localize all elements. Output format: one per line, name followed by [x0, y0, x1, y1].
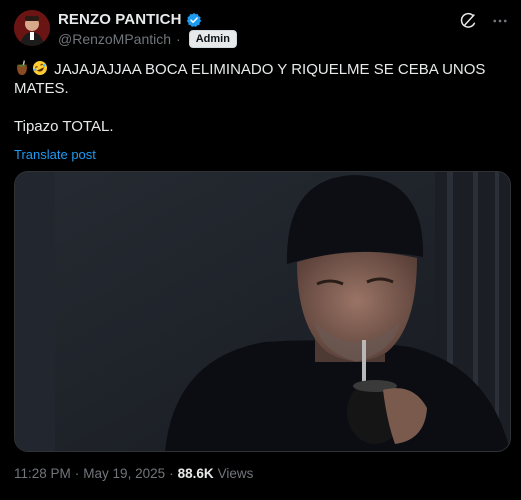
- grok-icon[interactable]: [459, 12, 477, 30]
- user-handle[interactable]: @RenzoMPantich: [58, 31, 171, 47]
- post-text-line-1: JAJAJAJJAA BOCA ELIMINADO Y RIQUELME SE …: [54, 61, 486, 78]
- admin-badge[interactable]: Admin: [188, 30, 237, 48]
- handle-row: @RenzoMPantich · Admin: [58, 30, 237, 48]
- avatar[interactable]: [14, 10, 50, 46]
- meta-dot-2: ·: [169, 466, 174, 481]
- post-media-image[interactable]: [14, 171, 511, 452]
- post-time[interactable]: 11:28 PM: [14, 466, 71, 481]
- top-actions: [459, 12, 509, 30]
- handle-separator: ·: [176, 31, 181, 47]
- views-label: Views: [217, 466, 254, 481]
- more-options-icon[interactable]: [491, 12, 509, 30]
- views-count[interactable]: 88.6K: [178, 466, 214, 481]
- post-text-line-2: MATES.: [14, 80, 69, 97]
- meta-dot: ·: [74, 466, 80, 481]
- mate-emoji-icon: [14, 60, 30, 76]
- post-card: RENZO PANTICH @RenzoMPantich · Admin JAJ…: [0, 0, 521, 500]
- post-date[interactable]: May 19, 2025: [83, 466, 165, 481]
- verified-badge-icon: [186, 12, 202, 28]
- post-line-1: JAJAJAJJAA BOCA ELIMINADO Y RIQUELME SE …: [14, 60, 504, 79]
- post-text-line-3: Tipazo TOTAL.: [14, 118, 114, 135]
- post-text: JAJAJAJJAA BOCA ELIMINADO Y RIQUELME SE …: [14, 60, 504, 136]
- rofl-emoji-icon: [32, 60, 48, 76]
- post-meta: 11:28 PM · May 19, 2025 · 88.6K Views: [14, 466, 253, 481]
- post-spacer: [14, 98, 504, 117]
- translate-post-link[interactable]: Translate post: [14, 147, 96, 162]
- display-name[interactable]: RENZO PANTICH: [58, 11, 182, 28]
- name-row: RENZO PANTICH: [58, 11, 202, 28]
